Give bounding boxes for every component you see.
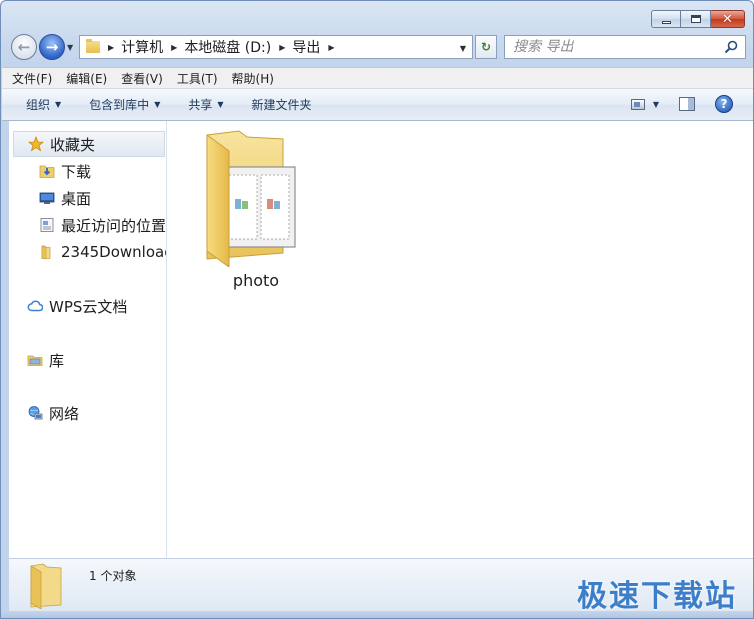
maximize-button[interactable] (681, 10, 711, 28)
back-button[interactable]: ← (11, 34, 37, 60)
minimize-button[interactable] (651, 10, 681, 28)
search-input[interactable] (513, 39, 713, 55)
forward-button[interactable]: → (39, 34, 65, 60)
menu-help[interactable]: 帮助(H) (232, 70, 274, 87)
menu-file[interactable]: 文件(F) (12, 70, 52, 87)
forward-arrow-icon: → (45, 37, 59, 56)
minimize-icon (661, 20, 671, 24)
chevron-right-icon[interactable]: ▶ (171, 43, 177, 52)
menu-bar: 文件(F) 编辑(E) 查看(V) 工具(T) 帮助(H) (2, 67, 753, 89)
share-label: 共享 (188, 98, 213, 112)
nav-recent-places[interactable]: 最近访问的位置 (39, 214, 166, 236)
view-options-dropdown[interactable]: ▼ (653, 100, 659, 109)
help-icon[interactable]: ? (715, 95, 733, 113)
recent-places-icon (40, 218, 54, 232)
change-view-icon[interactable] (630, 98, 645, 110)
nav-label-2345downloads: 2345Downloads (61, 243, 166, 261)
explorer-window: ✕ ← → ▼ ▶ 计算机 ▶ 本地磁盘 (D:) ▶ 导出 ▶ ▼ ↻ 文件(… (0, 0, 754, 619)
downloads-folder-icon (39, 165, 55, 178)
folder-name: photo (232, 271, 280, 290)
folder-item-photo[interactable]: photo (191, 127, 321, 297)
network-icon (28, 406, 43, 420)
file-list[interactable]: photo (167, 121, 753, 558)
breadcrumb-export[interactable]: 导出 (292, 37, 320, 57)
close-icon: ✕ (722, 11, 733, 27)
share-button[interactable]: 共享 ▼ (188, 96, 223, 113)
nav-label-desktop: 桌面 (61, 189, 92, 208)
menu-edit[interactable]: 编辑(E) (66, 70, 107, 87)
new-folder-button[interactable]: 新建文件夹 (252, 96, 312, 113)
desktop-icon (39, 192, 55, 204)
refresh-icon: ↻ (480, 40, 492, 54)
nav-favorites[interactable]: 收藏夹 (13, 131, 165, 157)
preview-pane-icon[interactable] (679, 97, 695, 111)
folder-icon (86, 39, 100, 53)
command-bar: 组织 ▼ 包含到库中 ▼ 共享 ▼ 新建文件夹 ▼ ? (2, 89, 753, 121)
recent-pages-dropdown[interactable]: ▼ (67, 43, 73, 52)
folder-icon (30, 563, 62, 609)
maximize-icon (690, 15, 701, 23)
library-icon (27, 355, 43, 366)
navigation-pane: 收藏夹 下载 桌面 最近访问的位置 2345Downloa WPS云文档 库 网… (9, 121, 167, 558)
photo-folder-icon (206, 130, 296, 267)
breadcrumb-local-disk[interactable]: 本地磁盘 (D:) (184, 37, 271, 57)
organize-label: 组织 (26, 98, 51, 112)
chevron-down-icon: ▼ (154, 100, 161, 109)
window-bottom-border (1, 611, 753, 618)
nav-2345downloads[interactable]: 2345Downloads (39, 241, 166, 263)
chevron-right-icon[interactable]: ▶ (108, 43, 114, 52)
search-box[interactable] (504, 35, 746, 59)
menu-view[interactable]: 查看(V) (121, 70, 163, 87)
new-folder-label: 新建文件夹 (251, 98, 312, 112)
watermark-text: 极速下载站 (577, 579, 737, 614)
nav-libraries[interactable]: 库 (27, 349, 64, 371)
refresh-button[interactable]: ↻ (475, 35, 497, 59)
item-count: 1 个对象 (89, 569, 137, 583)
address-bar[interactable]: ▶ 计算机 ▶ 本地磁盘 (D:) ▶ 导出 ▶ ▼ (79, 35, 473, 59)
nav-downloads[interactable]: 下载 (39, 160, 91, 182)
cloud-icon (27, 300, 43, 312)
nav-label-downloads: 下载 (61, 162, 92, 181)
folder-icon (41, 245, 51, 260)
nav-label-libraries: 库 (49, 351, 65, 370)
back-arrow-icon: ← (17, 37, 31, 56)
close-button[interactable]: ✕ (711, 10, 745, 28)
nav-label-recent-places: 最近访问的位置 (61, 216, 167, 235)
search-icon[interactable] (724, 40, 738, 54)
chevron-down-icon: ▼ (217, 100, 224, 109)
nav-label-favorites: 收藏夹 (50, 135, 96, 154)
nav-network[interactable]: 网络 (27, 402, 79, 424)
include-in-library-button[interactable]: 包含到库中 ▼ (89, 96, 160, 113)
nav-label-network: 网络 (49, 404, 80, 423)
chevron-right-icon[interactable]: ▶ (279, 43, 285, 52)
caption-buttons: ✕ (651, 10, 745, 28)
nav-wps-cloud[interactable]: WPS云文档 (27, 295, 127, 317)
view-controls: ▼ ? (630, 95, 733, 113)
menu-tools[interactable]: 工具(T) (177, 70, 218, 87)
nav-desktop[interactable]: 桌面 (39, 187, 91, 209)
breadcrumb-computer[interactable]: 计算机 (121, 37, 163, 57)
address-dropdown-icon[interactable]: ▼ (460, 44, 466, 53)
star-icon (28, 136, 44, 152)
chevron-right-icon[interactable]: ▶ (328, 43, 334, 52)
include-in-library-label: 包含到库中 (89, 98, 150, 112)
organize-button[interactable]: 组织 ▼ (26, 96, 61, 113)
details-pane: 1 个对象 极速下载站 (9, 558, 753, 614)
chevron-down-icon: ▼ (55, 100, 62, 109)
nav-label-wps-cloud: WPS云文档 (49, 297, 128, 316)
